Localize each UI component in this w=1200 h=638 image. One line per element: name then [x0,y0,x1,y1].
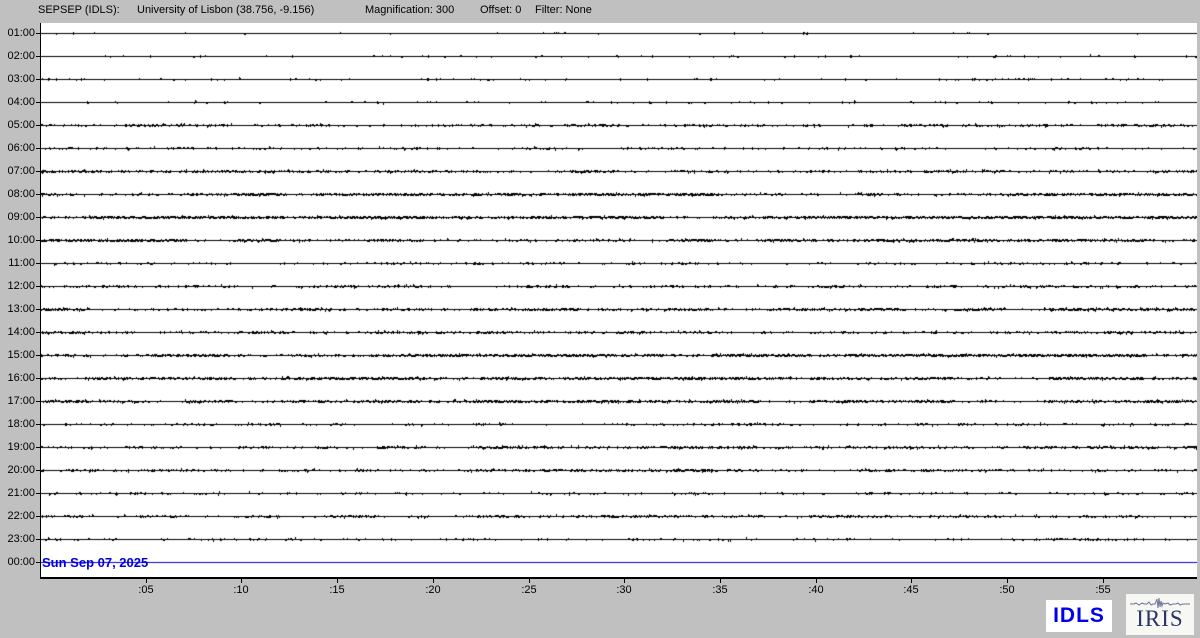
y-axis-label: 23:00 [0,533,35,545]
x-axis-tick [911,579,912,583]
iris-logo-text: IRIS [1126,608,1194,630]
x-axis-label: :45 [896,584,926,596]
y-axis-label: 14:00 [0,326,35,338]
x-axis-label: :40 [801,584,831,596]
x-axis-tick [241,579,242,583]
y-axis-tick [36,102,41,103]
y-axis-label: 03:00 [0,73,35,85]
y-axis-label: 12:00 [0,280,35,292]
y-axis-label: 13:00 [0,303,35,315]
header-bar: SEPSEP (IDLS): University of Lisbon (38.… [0,0,1200,22]
x-axis-label: :35 [705,584,735,596]
y-axis-label: 10:00 [0,234,35,246]
y-axis-tick [36,401,41,402]
x-axis-tick [1103,579,1104,583]
y-axis-label: 05:00 [0,119,35,131]
idls-logo[interactable]: IDLS [1046,600,1112,632]
y-axis-tick [36,562,41,563]
y-axis-label: 19:00 [0,441,35,453]
x-axis-label: :05 [131,584,161,596]
x-axis-label: :50 [992,584,1022,596]
y-axis-tick [36,79,41,80]
date-annotation: Sun Sep 07, 2025 [42,555,148,570]
y-axis-tick [36,355,41,356]
y-axis-label: 21:00 [0,487,35,499]
idls-viewer-window: SEPSEP (IDLS): University of Lisbon (38.… [0,0,1200,638]
y-axis-label: 08:00 [0,188,35,200]
y-axis-tick [36,424,41,425]
y-axis-tick [36,539,41,540]
x-axis-tick [1007,579,1008,583]
y-axis-tick [36,148,41,149]
y-axis-label: 16:00 [0,372,35,384]
x-axis-tick [337,579,338,583]
x-axis-tick [146,579,147,583]
y-axis-label: 22:00 [0,510,35,522]
y-axis-tick [36,516,41,517]
y-axis-label: 11:00 [0,257,35,269]
station-label: SEPSEP (IDLS): [38,3,120,17]
y-axis-tick [36,378,41,379]
y-axis-tick [36,217,41,218]
x-axis-tick [529,579,530,583]
y-axis-label: 17:00 [0,395,35,407]
x-axis-label: :25 [514,584,544,596]
y-axis-tick [36,332,41,333]
y-axis-tick [36,286,41,287]
x-axis-label: :30 [609,584,639,596]
y-axis-label: 02:00 [0,50,35,62]
offset-label: Offset: 0 [480,3,521,17]
y-axis-tick [36,263,41,264]
x-axis-label: :10 [226,584,256,596]
x-axis-tick [720,579,721,583]
y-axis-tick [36,240,41,241]
y-axis-label: 04:00 [0,96,35,108]
plot-area [40,23,1197,579]
location-label: University of Lisbon (38.756, -9.156) [137,3,314,17]
x-axis-tick [624,579,625,583]
magnification-label: Magnification: 300 [365,3,454,17]
y-axis-label: 20:00 [0,464,35,476]
y-axis-tick [36,309,41,310]
y-axis-label: 01:00 [0,27,35,39]
x-axis-tick [816,579,817,583]
iris-logo[interactable]: IRIS [1126,594,1194,635]
y-axis-tick [36,447,41,448]
y-axis-label: 09:00 [0,211,35,223]
y-axis-tick [36,493,41,494]
filter-label: Filter: None [535,3,592,17]
y-axis-label: 07:00 [0,165,35,177]
y-axis-tick [36,194,41,195]
x-axis-tick [433,579,434,583]
y-axis-label: 15:00 [0,349,35,361]
y-axis-tick [36,470,41,471]
y-axis-tick [36,171,41,172]
x-axis-label: :15 [322,584,352,596]
helicorder-traces-canvas[interactable] [41,23,1197,577]
y-axis-label: 06:00 [0,142,35,154]
y-axis-tick [36,125,41,126]
y-axis-label: 18:00 [0,418,35,430]
x-axis-label: :55 [1088,584,1118,596]
x-axis-label: :20 [418,584,448,596]
y-axis-tick [36,33,41,34]
y-axis-tick [36,56,41,57]
y-axis-label: 00:00 [0,556,35,568]
